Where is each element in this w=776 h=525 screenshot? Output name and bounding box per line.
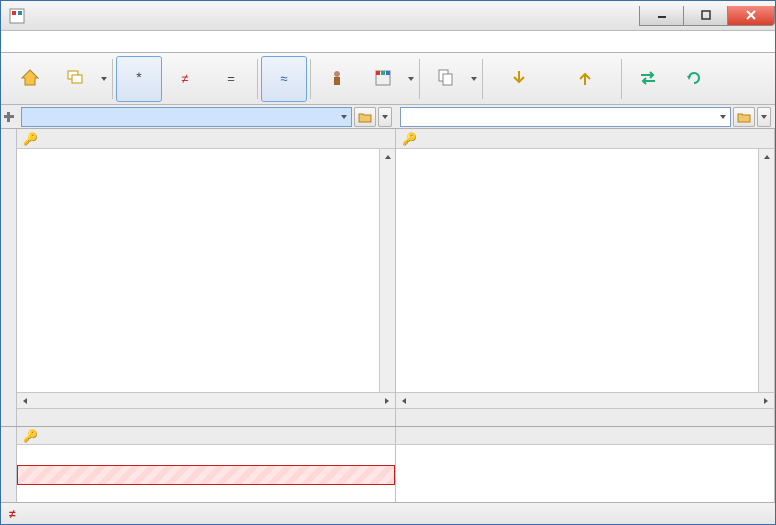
menu-file[interactable] [23, 40, 31, 44]
detail-right-body[interactable] [396, 445, 774, 502]
right-pane-body [396, 149, 774, 392]
path-gutter [1, 112, 17, 122]
tool-swap[interactable] [625, 56, 671, 102]
menu-tools[interactable] [87, 40, 95, 44]
detail-gutter [1, 427, 17, 502]
detail-row [17, 465, 395, 485]
tool-session[interactable] [53, 56, 99, 102]
tool-copy-dropdown[interactable] [469, 56, 479, 102]
right-pane-footer [396, 408, 774, 426]
left-path-input[interactable] [21, 107, 352, 127]
tool-minor[interactable]: ≈ [261, 56, 307, 102]
detail-right [396, 427, 775, 502]
next-icon [508, 67, 530, 89]
same-icon: = [220, 67, 242, 89]
swap-icon [637, 67, 659, 89]
left-pane-body [17, 149, 395, 392]
chevron-down-icon[interactable] [341, 115, 347, 119]
detail-area: 🔑 [1, 426, 775, 502]
svg-text:*: * [136, 69, 142, 85]
left-vscroll[interactable] [379, 149, 395, 392]
right-hscroll[interactable] [396, 392, 774, 408]
right-browse-dropdown[interactable] [757, 107, 771, 127]
tool-diff[interactable]: ≠ [162, 56, 208, 102]
left-path-col [17, 107, 396, 127]
left-pane-footer [17, 408, 395, 426]
left-browse-button[interactable] [354, 107, 376, 127]
folder-open-icon [358, 111, 372, 123]
tool-next[interactable] [486, 56, 552, 102]
tool-reload[interactable] [671, 56, 717, 102]
detail-left: 🔑 [17, 427, 396, 502]
right-browse-button[interactable] [733, 107, 755, 127]
right-rows[interactable] [408, 149, 758, 392]
tool-session-dropdown[interactable] [99, 56, 109, 102]
right-pane-header: 🔑 [396, 129, 774, 149]
app-icon [9, 8, 25, 24]
diff-icon: ≠ [174, 67, 196, 89]
svg-text:≈: ≈ [280, 71, 287, 86]
neq-icon: ≠ [9, 507, 16, 521]
menu-help[interactable] [103, 40, 111, 44]
app-window: * ≠ = ≈ [0, 0, 776, 525]
menubar [1, 31, 775, 53]
minor-icon: ≈ [273, 67, 295, 89]
copy-icon [435, 67, 457, 89]
prev-icon [574, 67, 596, 89]
expand-icon[interactable] [4, 112, 14, 122]
home-icon [19, 67, 41, 89]
left-pane: 🔑 [17, 129, 396, 426]
key-icon: 🔑 [23, 429, 38, 443]
left-browse-dropdown[interactable] [378, 107, 392, 127]
row-pointer-gutter [17, 149, 29, 392]
row-pointer-gutter [396, 149, 408, 392]
toolbar: * ≠ = ≈ [1, 53, 775, 105]
right-pane: 🔑 [396, 129, 775, 426]
left-pane-header: 🔑 [17, 129, 395, 149]
menu-session[interactable] [7, 40, 15, 44]
tool-same[interactable]: = [208, 56, 254, 102]
detail-row-empty [17, 445, 395, 465]
menu-edit[interactable] [39, 40, 47, 44]
menu-view[interactable] [71, 40, 79, 44]
maximize-button[interactable] [683, 6, 728, 26]
chevron-down-icon[interactable] [720, 115, 726, 119]
minimize-button[interactable] [639, 6, 684, 26]
reload-icon [683, 67, 705, 89]
right-path-col [396, 107, 775, 127]
path-row [1, 105, 775, 129]
titlebar [1, 1, 775, 31]
thumbnail-gutter[interactable] [1, 129, 17, 426]
status-bar: ≠ [1, 502, 775, 524]
compare-area: 🔑 🔑 [1, 129, 775, 426]
tool-all[interactable]: * [116, 56, 162, 102]
tool-prev[interactable] [552, 56, 618, 102]
left-hscroll[interactable] [17, 392, 395, 408]
sessions-icon [65, 67, 87, 89]
format-icon [372, 67, 394, 89]
tool-format-dropdown[interactable] [406, 56, 416, 102]
svg-text:=: = [227, 71, 235, 86]
key-icon: 🔑 [23, 132, 38, 146]
tool-home[interactable] [7, 56, 53, 102]
right-path-input[interactable] [400, 107, 731, 127]
detail-left-body[interactable] [17, 445, 395, 502]
folder-open-icon [737, 111, 751, 123]
tool-format[interactable] [360, 56, 406, 102]
menu-search[interactable] [55, 40, 63, 44]
left-rows[interactable] [29, 149, 379, 392]
all-icon: * [128, 67, 150, 89]
svg-text:≠: ≠ [181, 71, 188, 86]
key-icon: 🔑 [402, 132, 417, 146]
tool-rules[interactable] [314, 56, 360, 102]
close-button[interactable] [727, 6, 775, 26]
rules-icon [326, 67, 348, 89]
right-vscroll[interactable] [758, 149, 774, 392]
window-controls [640, 6, 775, 26]
tool-copy[interactable] [423, 56, 469, 102]
